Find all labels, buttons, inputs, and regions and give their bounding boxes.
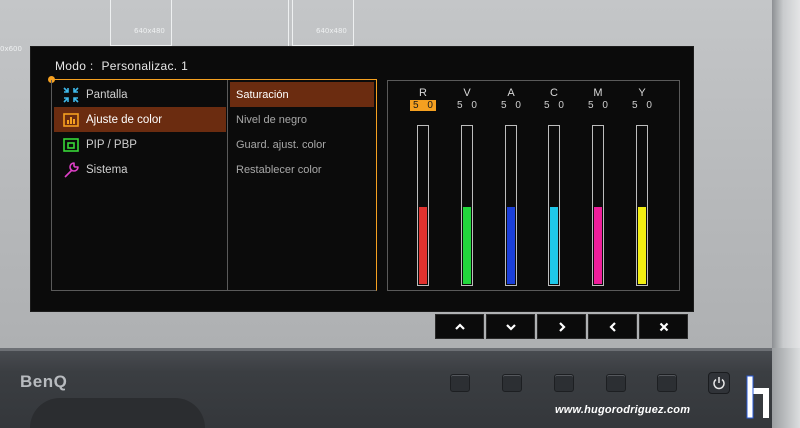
menu-item-label: Pantalla xyxy=(86,88,128,101)
channel-bar-fill xyxy=(507,206,515,284)
power-icon xyxy=(713,377,725,390)
channel-y[interactable]: Y5 0 xyxy=(625,87,659,286)
hardware-button-2[interactable] xyxy=(502,374,522,392)
channel-bar-fill xyxy=(594,206,602,284)
channel-bar-track[interactable] xyxy=(505,125,517,286)
osd-nav-button-right[interactable] xyxy=(537,314,586,339)
background-grid-box xyxy=(110,0,172,46)
channel-label: R xyxy=(419,87,427,99)
menu-item-pantalla[interactable]: Pantalla xyxy=(54,82,226,107)
wrench-icon xyxy=(60,161,82,179)
monitor-stand xyxy=(30,398,205,428)
channel-bar-track[interactable] xyxy=(592,125,604,286)
submenu-item-saturacion[interactable]: Saturación xyxy=(230,82,374,107)
osd-nav-button-down[interactable] xyxy=(486,314,535,339)
channel-c[interactable]: C5 0 xyxy=(537,87,571,286)
background-grid-box xyxy=(292,0,354,46)
up-icon xyxy=(454,322,465,330)
channel-bar-fill xyxy=(419,206,427,284)
osd-nav-button-left[interactable] xyxy=(588,314,637,339)
channel-bar-track[interactable] xyxy=(417,125,429,286)
osd-nav-button-up[interactable] xyxy=(435,314,484,339)
channel-value: 5 0 xyxy=(588,100,611,111)
channel-label: Y xyxy=(638,87,646,99)
hardware-button-5[interactable] xyxy=(657,374,677,392)
submenu-item-restablecer-color[interactable]: Restablecer color xyxy=(230,157,374,182)
channel-bar-track[interactable] xyxy=(548,125,560,286)
channel-label: M xyxy=(593,87,603,99)
hardware-button-4[interactable] xyxy=(606,374,626,392)
screen-edge xyxy=(772,0,800,348)
channel-bar-fill xyxy=(463,206,471,284)
channel-label: V xyxy=(463,87,471,99)
background-ruler-line xyxy=(288,0,289,46)
power-button[interactable] xyxy=(708,372,730,394)
channel-bar-fill xyxy=(638,206,646,284)
channel-value: 5 0 xyxy=(544,100,567,111)
channel-label: A xyxy=(507,87,515,99)
mode-indicator: Modo : Personalizac. 1 xyxy=(55,59,188,73)
hardware-button-1[interactable] xyxy=(450,374,470,392)
channel-bar-track[interactable] xyxy=(636,125,648,286)
background-grid-label: 640x480 xyxy=(316,27,347,35)
menu-item-label: Ajuste de color xyxy=(86,113,163,126)
channel-a[interactable]: A5 0 xyxy=(494,87,528,286)
osd-nav-button-x[interactable] xyxy=(639,314,688,339)
left-icon xyxy=(608,321,616,332)
right-icon xyxy=(558,321,566,332)
channel-value: 5 0 xyxy=(410,100,436,111)
down-icon xyxy=(505,323,516,331)
saturation-channels: R5 0V5 0A5 0C5 0M5 0Y5 0 xyxy=(387,80,680,291)
color-adjust-icon xyxy=(60,111,82,129)
watermark-url: www.hugorodriguez.com xyxy=(555,404,691,416)
osd-panel: Modo : Personalizac. 1 Pantalla Ajuste d… xyxy=(30,46,694,312)
submenu-item-nivel-de-negro[interactable]: Nivel de negro xyxy=(230,107,374,132)
channel-value: 5 0 xyxy=(632,100,655,111)
brand-logo: BenQ xyxy=(20,372,68,391)
channel-v[interactable]: V5 0 xyxy=(450,87,484,286)
menu-item-ajuste-de-color[interactable]: Ajuste de color xyxy=(54,107,226,132)
channel-bar-fill xyxy=(550,206,558,284)
bezel-side xyxy=(772,348,800,428)
mode-value: Personalizac. 1 xyxy=(101,59,189,73)
menu-item-label: PIP / PBP xyxy=(86,138,137,151)
menu-item-sistema[interactable]: Sistema xyxy=(54,157,226,182)
display-adjust-icon xyxy=(60,86,82,104)
channel-bar-track[interactable] xyxy=(461,125,473,286)
close-icon xyxy=(659,322,668,331)
pip-pbp-icon xyxy=(60,136,82,154)
menu-item-pip-pbp[interactable]: PIP / PBP xyxy=(54,132,226,157)
bezel-edge xyxy=(0,348,772,351)
hardware-button-3[interactable] xyxy=(554,374,574,392)
channel-value: 5 0 xyxy=(501,100,524,111)
mode-label: Modo : xyxy=(55,59,94,73)
channel-m[interactable]: M5 0 xyxy=(581,87,615,286)
channel-label: C xyxy=(550,87,558,99)
background-grid-label: 0x600 xyxy=(0,45,22,53)
menu-item-label: Sistema xyxy=(86,163,128,176)
channel-value: 5 0 xyxy=(457,100,480,111)
submenu: Saturación Nivel de negro Guard. ajust. … xyxy=(228,80,377,291)
main-menu: Pantalla Ajuste de color PIP / PBP Siste… xyxy=(51,80,228,291)
channel-r[interactable]: R5 0 xyxy=(406,87,440,286)
background-grid-label: 640x480 xyxy=(134,27,165,35)
submenu-item-guard-ajust-color[interactable]: Guard. ajust. color xyxy=(230,132,374,157)
watermark-logo-icon xyxy=(746,375,769,419)
